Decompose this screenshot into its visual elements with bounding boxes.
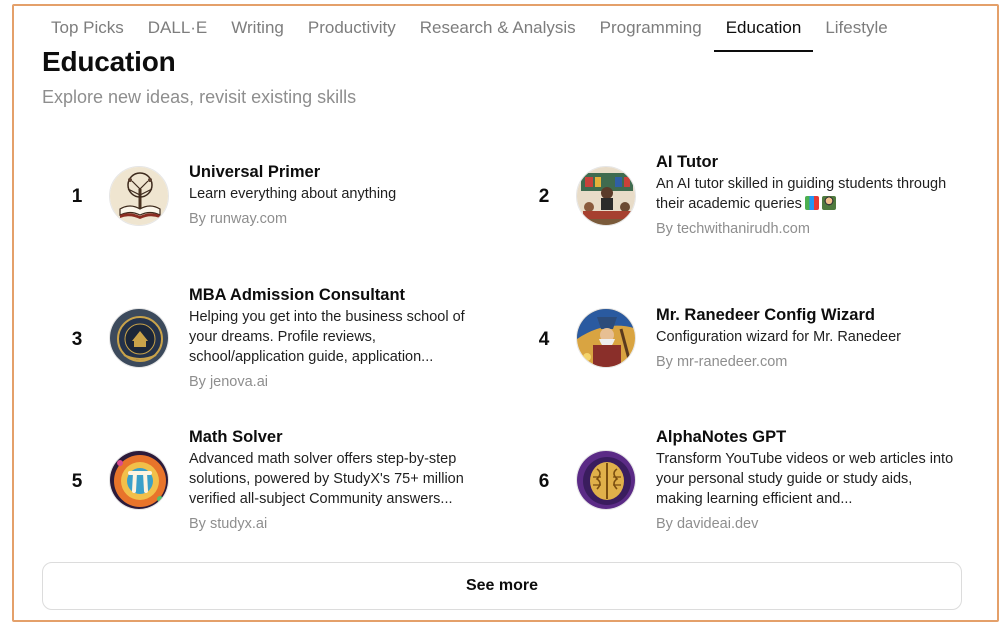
gpt-description: An AI tutor skilled in guiding students … bbox=[656, 176, 947, 212]
gpt-name: AI Tutor bbox=[656, 153, 719, 171]
page-subtitle: Explore new ideas, revisit existing skil… bbox=[42, 87, 357, 107]
tab-programming[interactable]: Programming bbox=[588, 16, 714, 52]
gpt-author: By mr-ranedeer.com bbox=[656, 354, 788, 370]
rank-number: 5 bbox=[71, 471, 83, 492]
rank-number: 6 bbox=[538, 471, 550, 492]
gpt-card-math-solver[interactable]: 5 Math Solver Advanced math solver offer… bbox=[70, 427, 490, 537]
classroom-icon bbox=[576, 166, 636, 226]
pi-icon bbox=[109, 450, 169, 510]
gpt-card-universal-primer[interactable]: 1 Universal Primer Learn everything abou… bbox=[70, 162, 490, 242]
gpt-card-alphanotes-gpt[interactable]: 6 AlphaNotes GPT Transform YouTube video… bbox=[537, 427, 957, 537]
gpt-author: By runway.com bbox=[189, 211, 288, 227]
gpt-description: Transform YouTube videos or web articles… bbox=[656, 451, 954, 507]
university-seal-icon bbox=[109, 308, 169, 368]
books-emoji-icon bbox=[804, 196, 819, 210]
rank-number: 4 bbox=[538, 329, 550, 350]
gpt-author: By davideai.dev bbox=[656, 516, 759, 532]
gpt-name: AlphaNotes GPT bbox=[656, 428, 787, 446]
gpt-name: Universal Primer bbox=[189, 163, 321, 181]
gpt-card-mba-admission-consultant[interactable]: 3 MBA Admission Consultant Helping you g… bbox=[70, 285, 490, 395]
gpt-name: Mr. Ranedeer Config Wizard bbox=[656, 306, 875, 324]
tab-productivity[interactable]: Productivity bbox=[296, 16, 408, 52]
rank-number: 1 bbox=[71, 186, 83, 207]
tab-education[interactable]: Education bbox=[713, 16, 814, 52]
tab-research-analysis[interactable]: Research & Analysis bbox=[408, 16, 588, 52]
see-more-button[interactable]: See more bbox=[42, 562, 962, 610]
book-tree-icon bbox=[109, 166, 169, 226]
page-title: Education bbox=[42, 46, 176, 77]
gpt-card-ranedeer-config-wizard[interactable]: 4 Mr. Ranedeer Config Wizard Configurati… bbox=[537, 305, 957, 385]
teacher-emoji-icon bbox=[821, 196, 836, 210]
gpt-description: Advanced math solver offers step-by-step… bbox=[189, 451, 464, 507]
gpt-author: By techwithanirudh.com bbox=[656, 221, 810, 237]
brain-icon bbox=[576, 450, 636, 510]
rank-number: 2 bbox=[538, 186, 550, 207]
gpt-description: Helping you get into the business school… bbox=[189, 309, 465, 365]
gpt-name: MBA Admission Consultant bbox=[189, 286, 406, 304]
gpt-name: Math Solver bbox=[189, 428, 283, 446]
tab-writing[interactable]: Writing bbox=[219, 16, 296, 52]
gpt-author: By studyx.ai bbox=[189, 516, 268, 532]
wizard-icon bbox=[576, 308, 636, 368]
gpt-description: Learn everything about anything bbox=[189, 186, 397, 202]
gpt-description: Configuration wizard for Mr. Ranedeer bbox=[656, 329, 902, 345]
gpt-card-ai-tutor[interactable]: 2 AI Tutor An AI tutor skilled in guidin… bbox=[537, 152, 957, 242]
gpt-author: By jenova.ai bbox=[189, 374, 268, 390]
tab-lifestyle[interactable]: Lifestyle bbox=[813, 16, 899, 52]
rank-number: 3 bbox=[71, 329, 83, 350]
